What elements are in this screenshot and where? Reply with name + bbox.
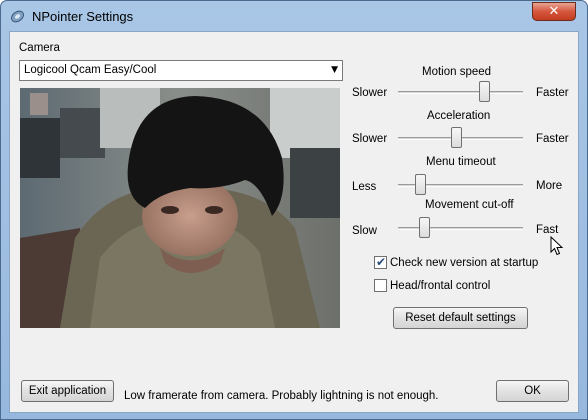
movement-cutoff-min-label: Slow: [352, 225, 377, 237]
check-new-version-checkbox[interactable]: ✔: [374, 255, 387, 269]
acceleration-title: Acceleration: [427, 110, 491, 122]
camera-preview-image: [20, 88, 340, 328]
motion-speed-slider-thumb[interactable]: [478, 81, 490, 102]
camera-select[interactable]: Logicool Qcam Easy/Cool ▼: [19, 60, 343, 81]
acceleration-max-label: Faster: [536, 133, 569, 145]
chevron-down-icon: ▼: [331, 65, 338, 75]
motion-speed-slider[interactable]: [398, 91, 523, 94]
movement-cutoff-slider-thumb[interactable]: [418, 217, 430, 238]
settings-window: NPointer Settings ✕ Camera Logicool Qcam…: [0, 0, 588, 420]
camera-label: Camera: [19, 42, 60, 54]
exit-application-button[interactable]: Exit application: [21, 380, 114, 402]
movement-cutoff-title: Movement cut-off: [425, 199, 514, 211]
camera-preview: [20, 88, 340, 328]
acceleration-slider-thumb[interactable]: [451, 127, 463, 148]
close-icon: ✕: [548, 4, 560, 19]
ok-button[interactable]: OK: [496, 380, 569, 402]
app-icon: [11, 10, 24, 23]
camera-select-value: Logicool Qcam Easy/Cool: [24, 64, 157, 76]
reset-defaults-button[interactable]: Reset default settings: [393, 307, 528, 329]
head-frontal-checkbox[interactable]: ✔: [374, 279, 387, 292]
motion-speed-title: Motion speed: [422, 66, 492, 78]
mouse-cursor-icon: [550, 236, 564, 256]
menu-timeout-slider-thumb[interactable]: [415, 174, 426, 195]
status-message: Low framerate from camera. Probably ligh…: [124, 390, 439, 402]
head-frontal-label[interactable]: Head/frontal control: [390, 280, 490, 292]
menu-timeout-title: Menu timeout: [426, 156, 496, 168]
checkmark-icon: ✔: [376, 255, 387, 269]
menu-timeout-min-label: Less: [352, 181, 377, 193]
movement-cutoff-slider[interactable]: [398, 227, 523, 230]
title-bar[interactable]: NPointer Settings ✕: [1, 1, 587, 31]
acceleration-min-label: Slower: [352, 133, 388, 145]
menu-timeout-max-label: More: [536, 180, 563, 192]
movement-cutoff-max-label: Fast: [536, 224, 559, 236]
check-new-version-label[interactable]: Check new version at startup: [390, 257, 538, 269]
motion-speed-min-label: Slower: [352, 87, 388, 99]
motion-speed-max-label: Faster: [536, 87, 569, 99]
window-title: NPointer Settings: [32, 9, 134, 24]
close-button[interactable]: ✕: [532, 2, 576, 21]
